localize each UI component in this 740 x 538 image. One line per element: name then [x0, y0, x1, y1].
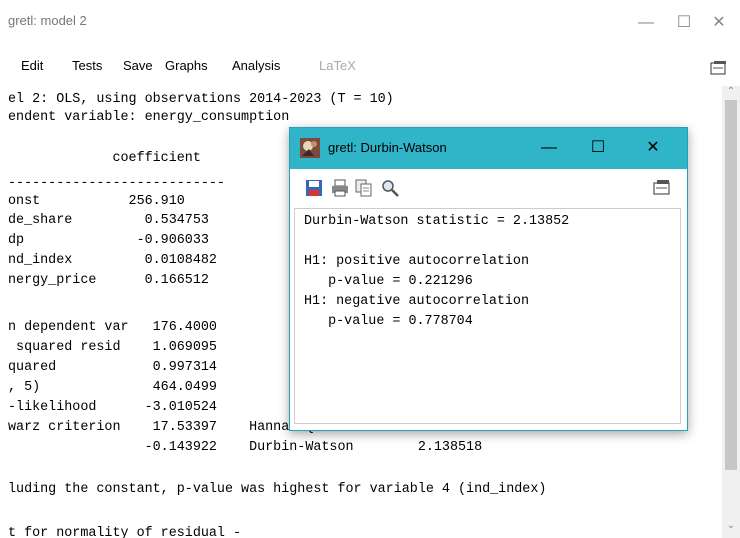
scrollbar-thumb[interactable] [725, 100, 737, 470]
dialog-close-button[interactable]: ✕ [636, 134, 670, 162]
gretl-app-icon [300, 138, 320, 158]
dialog-toolbar [290, 170, 687, 206]
dialog-minimize-button[interactable]: — [532, 134, 566, 162]
print-icon[interactable] [330, 178, 350, 198]
window-title: gretl: model 2 [8, 13, 87, 28]
menu-save[interactable]: Save [123, 58, 153, 73]
close-button[interactable]: ✕ [704, 8, 734, 38]
menu-edit[interactable]: Edit [21, 58, 43, 73]
maximize-button[interactable]: ☐ [669, 8, 699, 38]
menu-graphs[interactable]: Graphs [165, 58, 208, 73]
chevron-down-icon[interactable]: ⌄ [722, 520, 740, 536]
minimize-button[interactable]: — [631, 8, 661, 38]
output-line: dp -0.906033 [8, 233, 209, 248]
dialog-line: H1: positive autocorrelation [304, 254, 529, 269]
vertical-scrollbar[interactable]: ⌃ ⌄ [722, 86, 740, 538]
menu-analysis[interactable]: Analysis [232, 58, 280, 73]
restore-window-icon[interactable] [710, 60, 728, 76]
output-line: endent variable: energy_consumption [8, 110, 290, 125]
output-line: de_share 0.534753 [8, 213, 209, 228]
output-line: --------------------------- [8, 176, 225, 191]
output-line: t for normality of residual - [8, 526, 242, 538]
menu-bar: Edit Tests Save Graphs Analysis LaTeX [0, 54, 740, 82]
dialog-line: p-value = 0.778704 [304, 314, 473, 329]
dialog-line: H1: negative autocorrelation [304, 294, 529, 309]
dialog-maximize-button[interactable]: ☐ [581, 134, 615, 162]
output-line: el 2: OLS, using observations 2014-2023 … [8, 92, 394, 107]
output-line: squared resid 1.069095 [8, 340, 217, 355]
output-line: nergy_price 0.166512 [8, 273, 209, 288]
output-line: -likelihood -3.010524 [8, 400, 217, 415]
dialog-output-text[interactable]: Durbin-Watson statistic = 2.13852 H1: po… [294, 208, 681, 424]
output-line: , 5) 464.0499 [8, 380, 217, 395]
output-line: coefficient [8, 151, 201, 166]
output-line: quared 0.997314 [8, 360, 217, 375]
search-icon[interactable] [380, 178, 400, 198]
dialog-line: Durbin-Watson statistic = 2.13852 [304, 214, 570, 229]
output-line: onst 256.910 [8, 194, 185, 209]
dialog-titlebar[interactable]: gretl: Durbin-Watson — ☐ ✕ [290, 128, 687, 169]
save-icon[interactable] [304, 178, 324, 198]
copy-icon[interactable] [354, 178, 374, 198]
menu-latex[interactable]: LaTeX [319, 58, 356, 73]
main-titlebar: gretl: model 2 — ☐ ✕ [0, 0, 740, 46]
output-line: luding the constant, p-value was highest… [8, 482, 547, 497]
dialog-line: p-value = 0.221296 [304, 274, 473, 289]
window-menu-icon[interactable] [652, 178, 672, 198]
output-line: nd_index 0.0108482 [8, 253, 217, 268]
menu-tests[interactable]: Tests [72, 58, 102, 73]
dialog-title: gretl: Durbin-Watson [328, 140, 447, 155]
output-line: n dependent var 176.4000 [8, 320, 217, 335]
durbin-watson-dialog: gretl: Durbin-Watson — ☐ ✕ Durbin-Watson… [289, 127, 688, 431]
output-line: -0.143922 Durbin-Watson 2.138518 [8, 440, 483, 455]
